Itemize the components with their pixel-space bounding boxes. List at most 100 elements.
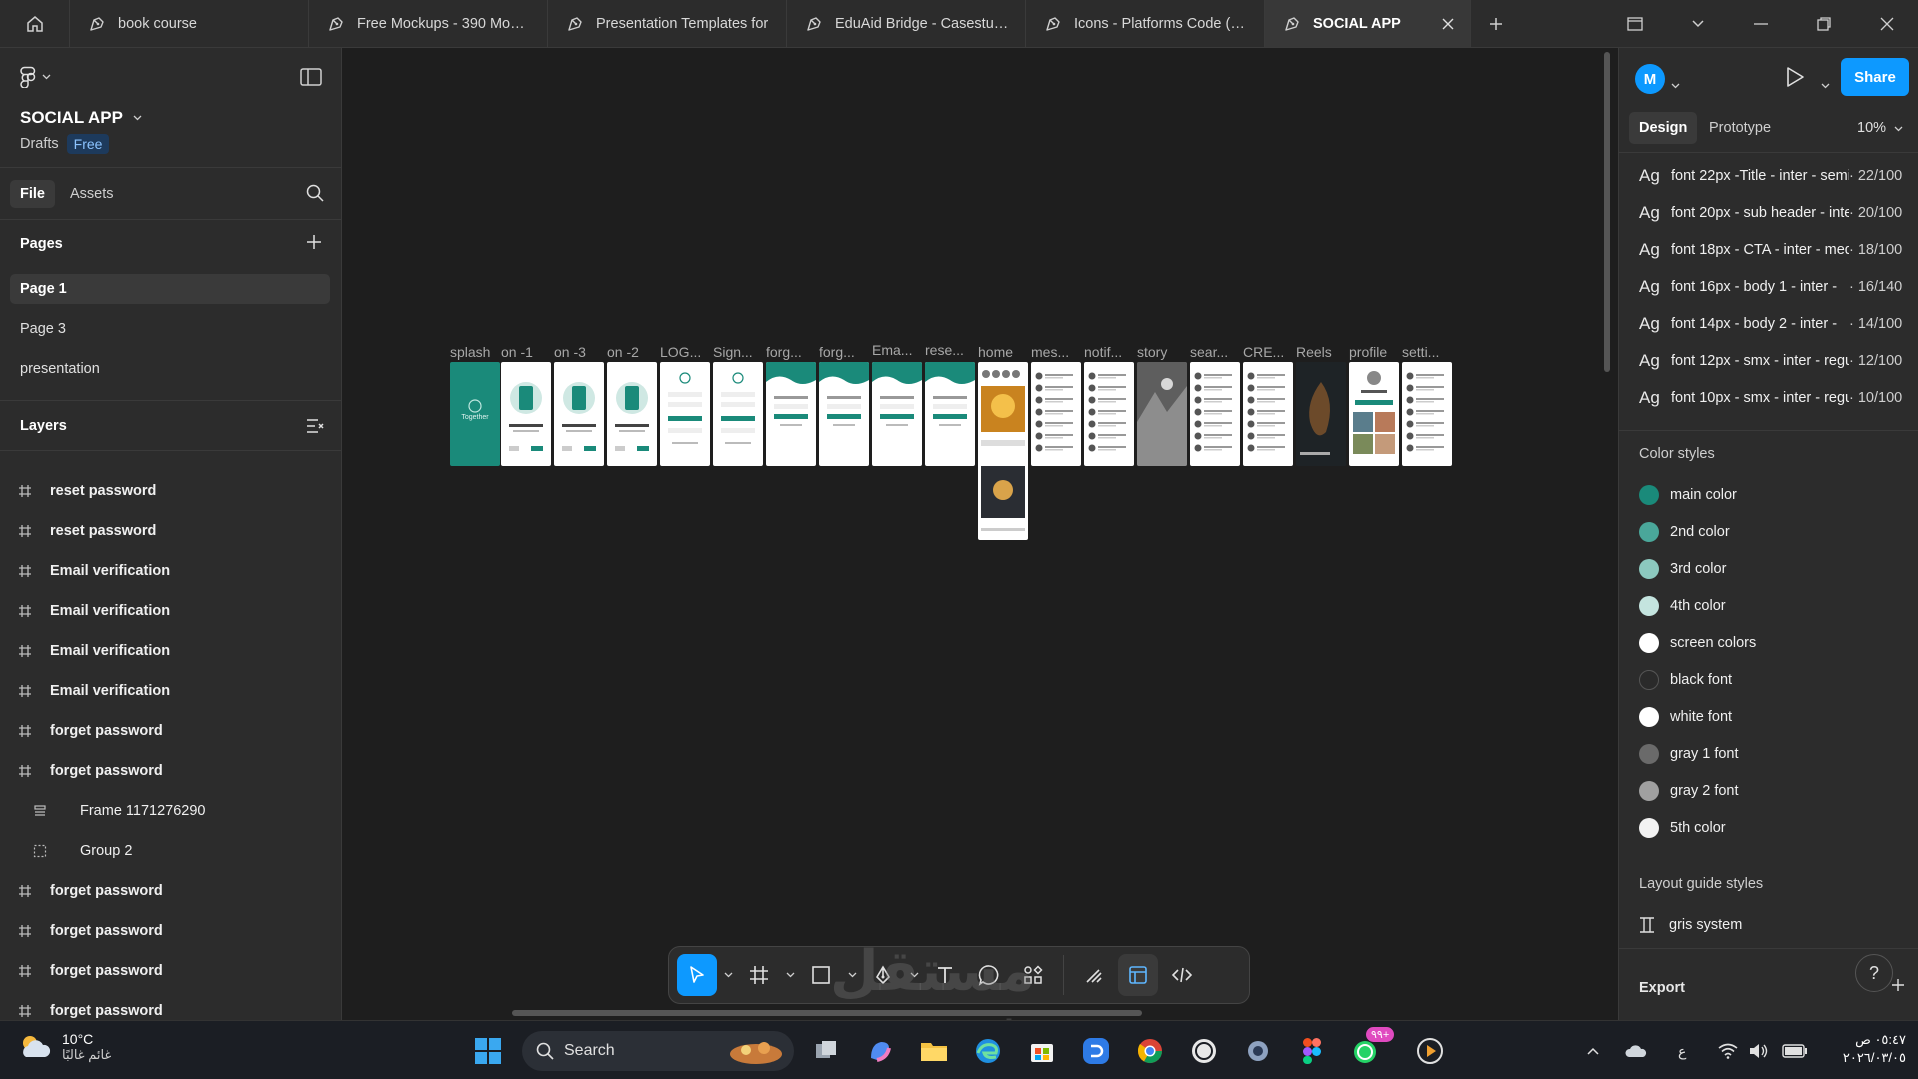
color-style-item[interactable]: main color xyxy=(1639,480,1899,510)
battery-tray[interactable] xyxy=(1782,1031,1808,1071)
frame-tool-dropdown[interactable] xyxy=(783,954,797,996)
avatar[interactable]: M xyxy=(1635,64,1665,94)
file-explorer-app[interactable] xyxy=(914,1031,954,1071)
close-tab-icon[interactable] xyxy=(1442,18,1454,30)
canvas-vertical-scrollbar[interactable] xyxy=(1604,52,1610,372)
frame-label[interactable]: on -3 xyxy=(554,344,586,360)
text-style-item[interactable]: Ag font 12px - smx - inter - regular· 12/… xyxy=(1639,346,1909,376)
text-style-item[interactable]: Ag font 22px -Title - inter - semibold· 2… xyxy=(1639,161,1909,191)
screen-frame-thumbnail[interactable] xyxy=(713,362,763,466)
layer-row[interactable]: forget password xyxy=(0,751,342,791)
tab-dropdown-button[interactable] xyxy=(1666,0,1729,48)
new-tab-button[interactable] xyxy=(1471,0,1521,47)
browser-tab[interactable]: Free Mockups - 390 Mockups xyxy=(309,0,548,47)
browser-tab[interactable]: EduAid Bridge - Casestudy xyxy=(787,0,1026,47)
maximize-button[interactable] xyxy=(1792,0,1855,48)
screen-frame-thumbnail[interactable] xyxy=(925,362,975,466)
color-style-item[interactable]: 4th color xyxy=(1639,591,1899,621)
color-style-item[interactable]: white font xyxy=(1639,702,1899,732)
shape-tool-button[interactable] xyxy=(801,954,841,996)
chrome-app[interactable] xyxy=(1130,1031,1170,1071)
pen-tool-dropdown[interactable] xyxy=(907,954,921,996)
weather-widget[interactable]: 10°C غائم غالبًا xyxy=(18,1031,111,1063)
screen-frame-thumbnail[interactable]: Together xyxy=(450,362,500,466)
color-style-item[interactable]: black font xyxy=(1639,665,1899,695)
tab-assets[interactable]: Assets xyxy=(60,180,124,208)
taskbar-clock[interactable]: ٠٥:٤٧ ص ٢٠٢٦/٠٣/٠٥ xyxy=(1820,1031,1906,1067)
color-style-item[interactable]: 3rd color xyxy=(1639,554,1899,584)
tab-file[interactable]: File xyxy=(10,180,55,208)
frame-label[interactable]: Ema... xyxy=(872,342,912,358)
share-button[interactable]: Share xyxy=(1841,58,1909,96)
minimize-button[interactable] xyxy=(1729,0,1792,48)
screen-frame-thumbnail[interactable] xyxy=(660,362,710,466)
layer-row[interactable]: Email verification xyxy=(0,591,342,631)
show-hidden-icons[interactable] xyxy=(1586,1031,1600,1071)
media-player-app[interactable] xyxy=(1410,1031,1450,1071)
layer-row[interactable]: reset password xyxy=(0,471,342,511)
language-indicator[interactable]: ع xyxy=(1678,1031,1686,1071)
frame-label[interactable]: Reels xyxy=(1296,344,1332,360)
frame-label[interactable]: home xyxy=(978,344,1013,360)
onedrive-tray[interactable] xyxy=(1624,1031,1648,1071)
layer-row[interactable]: Email verification xyxy=(0,631,342,671)
volume-tray[interactable] xyxy=(1748,1031,1768,1071)
screen-frame-thumbnail[interactable] xyxy=(607,362,657,466)
pen-tool-button[interactable] xyxy=(863,954,903,996)
screen-frame-thumbnail[interactable] xyxy=(819,362,869,466)
layer-row[interactable]: reset password xyxy=(0,511,342,551)
layer-row[interactable]: forget password xyxy=(0,951,342,991)
frame-tool-button[interactable] xyxy=(739,954,779,996)
color-style-item[interactable]: gray 2 font xyxy=(1639,776,1899,806)
color-style-item[interactable]: screen colors xyxy=(1639,628,1899,658)
browser-tab[interactable]: SOCIAL APP xyxy=(1265,0,1471,47)
screen-frame-thumbnail[interactable] xyxy=(766,362,816,466)
screen-frame-thumbnail[interactable] xyxy=(1031,362,1081,466)
frame-label[interactable]: on -2 xyxy=(607,344,639,360)
screen-frame-thumbnail[interactable] xyxy=(1243,362,1293,466)
color-style-item[interactable]: 5th color xyxy=(1639,813,1899,843)
screen-frame-thumbnail[interactable] xyxy=(1402,362,1452,466)
wifi-tray[interactable] xyxy=(1718,1031,1738,1071)
screen-frame-thumbnail[interactable] xyxy=(1137,362,1187,466)
frame-label[interactable]: on -1 xyxy=(501,344,533,360)
text-style-item[interactable]: Ag font 16px - body 1 - inter - · 16/140 xyxy=(1639,272,1909,302)
layer-row[interactable]: Email verification xyxy=(0,551,342,591)
figma-app[interactable] xyxy=(1292,1031,1332,1071)
drafts-label[interactable]: Drafts xyxy=(20,136,59,152)
design-mode-button[interactable] xyxy=(1118,954,1158,996)
main-menu-button[interactable] xyxy=(20,66,51,88)
layer-row[interactable]: Group 2 xyxy=(0,831,342,871)
add-export-button[interactable] xyxy=(1891,978,1905,995)
collapse-layers-button[interactable] xyxy=(306,418,324,437)
shape-tool-dropdown[interactable] xyxy=(845,954,859,996)
resources-tool-button[interactable] xyxy=(1013,954,1053,996)
layer-row[interactable]: Frame 1171276290 xyxy=(0,791,342,831)
color-style-item[interactable]: 2nd color xyxy=(1639,517,1899,547)
design-canvas[interactable]: splash Together on -1 on -3 on -2 LOG... Sign.… xyxy=(342,48,1618,1020)
layout-guide-item[interactable]: gris system xyxy=(1639,910,1899,940)
home-button[interactable] xyxy=(0,0,70,47)
move-tool-button[interactable] xyxy=(677,954,717,996)
frame-label[interactable]: story xyxy=(1137,344,1167,360)
whatsapp-app[interactable] xyxy=(1184,1031,1224,1071)
toggle-sidebar-button[interactable] xyxy=(300,68,322,89)
file-name[interactable]: SOCIAL APP xyxy=(20,108,142,128)
frame-label[interactable]: forg... xyxy=(819,344,855,360)
layer-row[interactable]: forget password xyxy=(0,911,342,951)
edge-app[interactable] xyxy=(968,1031,1008,1071)
task-view-button[interactable] xyxy=(806,1031,846,1071)
text-tool-button[interactable] xyxy=(925,954,965,996)
page-item[interactable]: Page 1 xyxy=(10,274,330,304)
screen-frame-thumbnail[interactable] xyxy=(978,362,1028,540)
layer-row[interactable]: Email verification xyxy=(0,671,342,711)
frame-label[interactable]: setti... xyxy=(1402,344,1439,360)
browser-tab[interactable]: Presentation Templates for xyxy=(548,0,787,47)
draw-mode-button[interactable] xyxy=(1074,954,1114,996)
close-window-button[interactable] xyxy=(1855,0,1918,48)
remote-app[interactable] xyxy=(1076,1031,1116,1071)
frame-label[interactable]: LOG... xyxy=(660,344,701,360)
layer-row[interactable]: forget password xyxy=(0,871,342,911)
tab-prototype[interactable]: Prototype xyxy=(1699,112,1781,144)
browser-tab[interactable]: Icons - Platforms Code (Co xyxy=(1026,0,1265,47)
